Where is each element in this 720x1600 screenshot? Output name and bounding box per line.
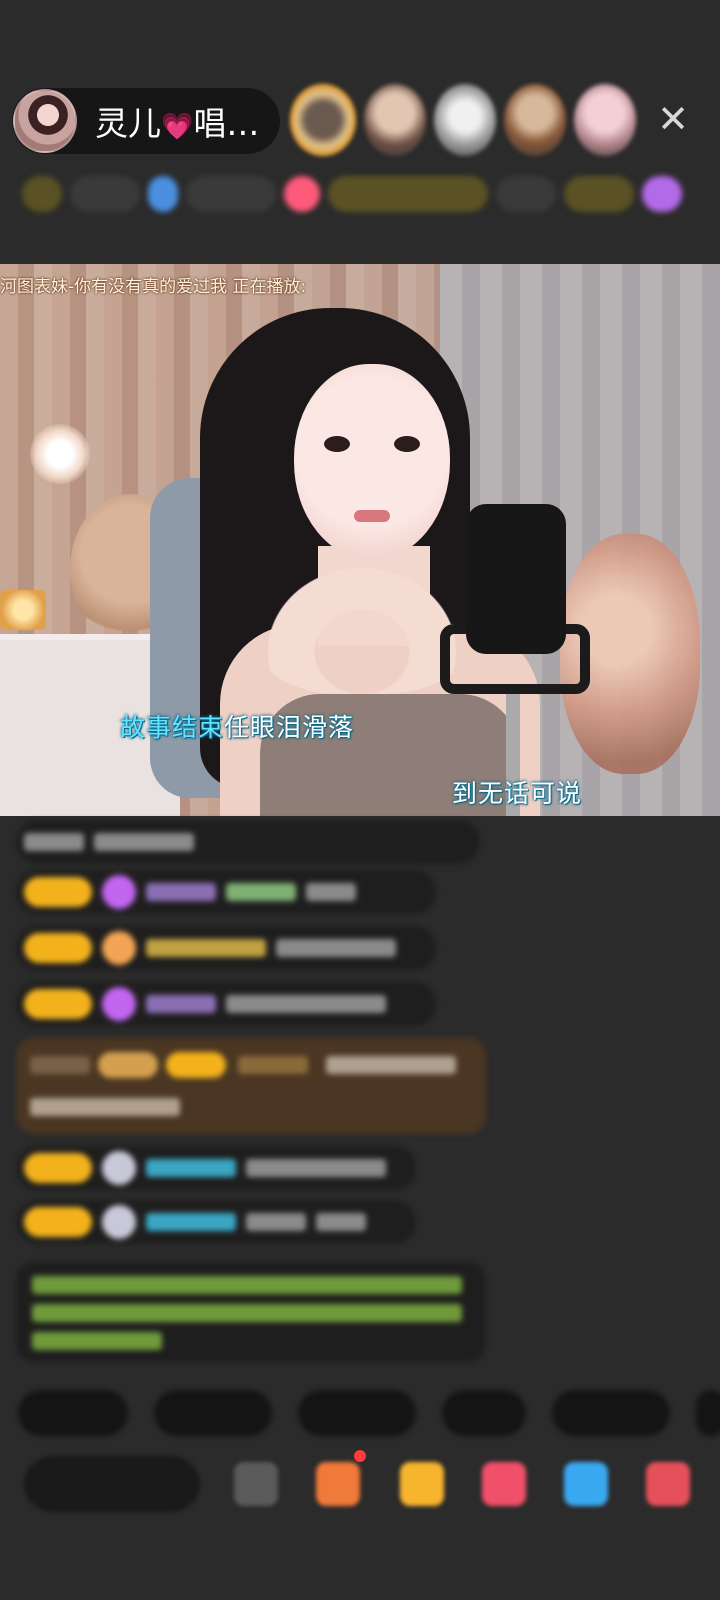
rank-badge[interactable] <box>284 176 320 212</box>
quick-reply-chips <box>18 1390 720 1436</box>
heart-icon: 💗 <box>161 112 194 142</box>
live-video[interactable]: 河图表妹-你有没有真的爱过我 正在播放: 故事结束任眼泪滑落 到无话可说 <box>0 264 720 816</box>
rank-badge[interactable] <box>328 176 488 212</box>
audience-avatar[interactable] <box>364 84 426 156</box>
quick-reply-chip[interactable] <box>552 1390 670 1436</box>
host-name-text: 灵儿 <box>95 104 161 143</box>
fan-badge-icon <box>102 987 136 1021</box>
gift-box-icon[interactable] <box>316 1462 360 1506</box>
chat-username[interactable] <box>146 939 266 957</box>
fan-badge-icon <box>102 875 136 909</box>
fan-badge-icon <box>102 1205 136 1239</box>
fan-badge-icon <box>102 931 136 965</box>
notice-text <box>32 1304 462 1322</box>
chat-message[interactable] <box>16 1200 416 1244</box>
chat-text <box>276 939 396 957</box>
lyric-line-1: 故事结束任眼泪滑落 <box>120 708 354 744</box>
audience-avatar[interactable] <box>434 84 496 156</box>
chat-text <box>246 1159 386 1177</box>
quick-reply-chip[interactable] <box>154 1390 272 1436</box>
audience-avatar-row <box>290 84 636 156</box>
chat-username[interactable] <box>146 995 216 1013</box>
level-badge <box>24 1207 92 1237</box>
rank-badge[interactable] <box>496 176 556 212</box>
lyric-highlight: 故事结束 <box>120 713 225 742</box>
rank-badge[interactable] <box>642 176 682 212</box>
fan-badge-icon <box>102 1151 136 1185</box>
quick-reply-chip[interactable] <box>696 1390 720 1436</box>
system-notice <box>16 1262 486 1362</box>
audience-avatar[interactable] <box>574 84 636 156</box>
lyric-rest: 任眼泪滑落 <box>224 713 355 742</box>
eye <box>324 436 350 452</box>
chat-username[interactable] <box>146 1159 236 1177</box>
audience-avatar[interactable] <box>504 84 566 156</box>
chat-username[interactable] <box>146 883 216 901</box>
chat-username[interactable] <box>226 883 296 901</box>
chat-text <box>24 833 84 851</box>
quick-reply-chip[interactable] <box>18 1390 128 1436</box>
level-badge <box>98 1052 158 1078</box>
chat-text <box>226 995 386 1013</box>
quick-reply-chip[interactable] <box>298 1390 416 1436</box>
gift-icon[interactable] <box>400 1462 444 1506</box>
host-name: 灵儿💗唱… <box>95 97 259 145</box>
candle <box>0 590 46 630</box>
level-badge <box>24 933 92 963</box>
host-avatar[interactable] <box>13 89 77 153</box>
now-playing-text: 河图表妹-你有没有真的爱过我 正在播放: <box>0 277 307 297</box>
chat-message-highlighted[interactable] <box>16 1038 486 1134</box>
quick-reply-chip[interactable] <box>442 1390 526 1436</box>
lyric-line-2: 到无话可说 <box>452 779 583 808</box>
chat-username[interactable] <box>238 1056 308 1074</box>
heart-gift-icon[interactable] <box>482 1462 526 1506</box>
chat-message[interactable] <box>16 926 436 970</box>
chat-text <box>246 1213 306 1231</box>
rank-badge[interactable] <box>70 176 140 212</box>
game-icon[interactable] <box>564 1462 608 1506</box>
level-badge <box>24 877 92 907</box>
notification-dot <box>354 1450 366 1462</box>
close-icon[interactable]: ✕ <box>652 98 694 140</box>
chat-text <box>306 883 356 901</box>
chat-text <box>30 1098 180 1116</box>
chat-username[interactable] <box>146 1213 236 1231</box>
notice-text <box>32 1332 162 1350</box>
microphone-icon <box>466 504 566 654</box>
badge-row <box>22 170 690 218</box>
rank-badge[interactable] <box>148 176 178 212</box>
chat-message[interactable] <box>16 820 480 864</box>
audience-avatar[interactable] <box>290 84 356 156</box>
chat-text <box>316 1213 366 1231</box>
chat-message[interactable] <box>16 870 436 914</box>
chat-message[interactable] <box>16 982 436 1026</box>
lamp <box>30 424 90 484</box>
lips <box>354 510 390 522</box>
level-badge <box>24 989 92 1019</box>
rank-badge[interactable] <box>564 176 634 212</box>
level-badge <box>24 1153 92 1183</box>
more-icon[interactable] <box>234 1462 278 1506</box>
eye <box>394 436 420 452</box>
level-badge <box>166 1052 226 1078</box>
comment-input[interactable] <box>24 1456 200 1512</box>
chat-message[interactable] <box>16 1146 416 1190</box>
rank-badge[interactable] <box>22 176 62 212</box>
shop-icon[interactable] <box>646 1462 690 1506</box>
heart-hands <box>252 554 472 694</box>
chat-text <box>30 1056 90 1074</box>
streamer-face <box>294 364 450 560</box>
host-profile-pill[interactable]: 灵儿💗唱… <box>12 88 280 154</box>
rank-badge[interactable] <box>186 176 276 212</box>
host-name-suffix: 唱… <box>193 104 260 143</box>
notice-text <box>32 1276 462 1294</box>
chat-text <box>94 833 194 851</box>
chat-text <box>326 1056 456 1074</box>
